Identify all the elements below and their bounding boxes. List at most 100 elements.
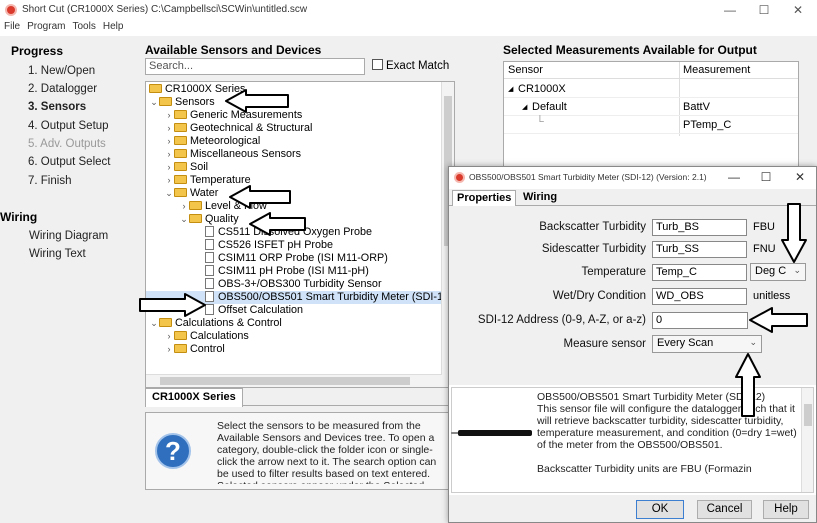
menu-tools[interactable]: Tools bbox=[68, 20, 98, 32]
chevron-down-icon[interactable]: ⌄ bbox=[179, 213, 189, 226]
sensor-tree[interactable]: CR1000X Series ⌄ Sensors › Generic Measure… bbox=[145, 81, 455, 388]
sensor-properties-dialog[interactable]: OBS500/OBS501 Smart Turbidity Meter (SDI… bbox=[448, 166, 817, 523]
chevron-right-icon[interactable]: › bbox=[164, 109, 174, 122]
chevron-right-icon[interactable]: › bbox=[164, 122, 174, 135]
menu-file[interactable]: File bbox=[0, 20, 23, 32]
sensor-info-panel: OBS500/OBS501 Smart Turbidity Meter (SDI… bbox=[451, 387, 814, 493]
step-output-setup[interactable]: 4. Output Setup bbox=[28, 120, 109, 132]
backscatter-field[interactable]: Turb_BS bbox=[652, 219, 747, 236]
ok-button[interactable]: OK bbox=[636, 500, 684, 519]
sdi12-address-label: SDI-12 Address (0-9, A-Z, or a-z) bbox=[477, 314, 646, 326]
tree-item-control[interactable]: › Control bbox=[146, 343, 442, 356]
table-row[interactable]: ◢ CR1000X bbox=[504, 80, 798, 98]
collapse-icon[interactable]: ◢ bbox=[508, 85, 513, 93]
cancel-button[interactable]: Cancel bbox=[697, 500, 752, 519]
tree-item-obs500[interactable]: OBS500/OBS501 Smart Turbidity Meter (SDI… bbox=[146, 291, 453, 304]
progress-panel: Progress 1. New/Open 2. Datalogger 3. Se… bbox=[0, 36, 138, 523]
collapse-icon[interactable]: ◢ bbox=[522, 103, 527, 111]
tree-horizontal-scrollbar[interactable] bbox=[146, 374, 442, 387]
chevron-right-icon[interactable]: › bbox=[164, 343, 174, 356]
sidescatter-label: Sidescatter Turbidity bbox=[541, 243, 646, 255]
menu-help[interactable]: Help bbox=[99, 20, 127, 32]
wiring-diagram-link[interactable]: Wiring Diagram bbox=[29, 230, 108, 242]
tree-item-temperature[interactable]: › Temperature bbox=[146, 174, 442, 187]
chevron-right-icon[interactable]: › bbox=[164, 161, 174, 174]
tree-item-cs511[interactable]: CS511 Dissolved Oxygen Probe bbox=[146, 226, 442, 239]
help-button[interactable]: Help bbox=[763, 500, 809, 519]
close-button[interactable]: ✕ bbox=[781, 0, 815, 20]
tab-properties[interactable]: Properties bbox=[452, 190, 517, 207]
chevron-down-icon[interactable]: ⌄ bbox=[164, 187, 174, 200]
step-finish[interactable]: 7. Finish bbox=[28, 175, 71, 187]
tree-item-level-flow[interactable]: › Level & Flow bbox=[146, 200, 442, 213]
tree-item-generic-measurements[interactable]: › Generic Measurements bbox=[146, 109, 442, 122]
selected-measurements-table[interactable]: Sensor Measurement ◢ CR1000X ◢ Default B… bbox=[503, 61, 799, 171]
dialog-maximize-button[interactable]: ☐ bbox=[751, 168, 781, 186]
window-title: Short Cut (CR1000X Series) C:\Campbellsc… bbox=[22, 4, 308, 15]
step-new-open[interactable]: 1. New/Open bbox=[28, 65, 95, 77]
chevron-down-icon[interactable]: ⌄ bbox=[149, 317, 159, 330]
exact-match-checkbox[interactable]: Exact Match bbox=[372, 59, 449, 72]
step-output-select[interactable]: 6. Output Select bbox=[28, 156, 110, 168]
tree-item-cs526[interactable]: CS526 ISFET pH Probe bbox=[146, 239, 442, 252]
tree-item-sensors[interactable]: ⌄ Sensors bbox=[146, 96, 442, 109]
table-row[interactable]: ◢ Default BattV bbox=[504, 98, 798, 116]
chevron-right-icon[interactable]: › bbox=[164, 148, 174, 161]
checkbox-icon[interactable] bbox=[372, 59, 383, 70]
tree-item-geotechnical[interactable]: › Geotechnical & Structural bbox=[146, 122, 442, 135]
search-input[interactable]: Search... bbox=[145, 58, 365, 75]
temperature-unit-dropdown[interactable]: Deg C ⌄ bbox=[750, 263, 806, 281]
tab-cr1000x-series[interactable]: CR1000X Series bbox=[145, 388, 243, 407]
chevron-right-icon[interactable]: › bbox=[164, 135, 174, 148]
tree-item-csim11-ph[interactable]: CSIM11 pH Probe (ISI M11-pH) bbox=[146, 265, 442, 278]
table-row[interactable]: └ PTemp_C bbox=[504, 116, 798, 134]
sidescatter-field[interactable]: Turb_SS bbox=[652, 241, 747, 258]
folder-icon bbox=[174, 331, 187, 340]
temperature-field[interactable]: Temp_C bbox=[652, 264, 747, 281]
dialog-minimize-button[interactable]: — bbox=[719, 168, 749, 186]
wiring-text-link[interactable]: Wiring Text bbox=[29, 248, 86, 260]
scroll-thumb[interactable] bbox=[160, 377, 410, 385]
maximize-button[interactable]: ☐ bbox=[747, 0, 781, 20]
step-datalogger[interactable]: 2. Datalogger bbox=[28, 83, 97, 95]
tree-item-miscellaneous[interactable]: › Miscellaneous Sensors bbox=[146, 148, 442, 161]
column-header-sensor[interactable]: Sensor bbox=[508, 64, 543, 76]
help-panel: ? Select the sensors to be measured from… bbox=[145, 412, 455, 490]
tab-wiring[interactable]: Wiring bbox=[519, 190, 561, 206]
tree-item-soil[interactable]: › Soil bbox=[146, 161, 442, 174]
table-header: Sensor Measurement bbox=[504, 62, 798, 79]
sensor-info-text: OBS500/OBS501 Smart Turbidity Meter (SDI… bbox=[537, 391, 797, 475]
chevron-right-icon[interactable]: › bbox=[164, 330, 174, 343]
chevron-right-icon[interactable]: › bbox=[164, 174, 174, 187]
tree-item-water[interactable]: ⌄ Water bbox=[146, 187, 442, 200]
folder-icon bbox=[174, 110, 187, 119]
chevron-right-icon[interactable]: › bbox=[179, 200, 189, 213]
minimize-button[interactable]: — bbox=[713, 0, 747, 20]
tree-item-meteorological[interactable]: › Meteorological bbox=[146, 135, 442, 148]
tree-item-offset-calculation[interactable]: Offset Calculation bbox=[146, 304, 442, 317]
scroll-thumb[interactable] bbox=[804, 404, 812, 426]
tree-item-quality[interactable]: ⌄ Quality bbox=[146, 213, 442, 226]
chevron-down-icon[interactable]: ⌄ bbox=[149, 96, 159, 109]
tree-item-csim11-orp[interactable]: CSIM11 ORP Probe (ISI M11-ORP) bbox=[146, 252, 442, 265]
folder-icon bbox=[174, 162, 187, 171]
wetdry-field[interactable]: WD_OBS bbox=[652, 288, 747, 305]
tree-item-calculations[interactable]: › Calculations bbox=[146, 330, 442, 343]
dialog-button-bar: OK Cancel Help bbox=[449, 495, 816, 522]
measure-sensor-dropdown[interactable]: Every Scan ⌄ bbox=[652, 335, 762, 353]
step-adv-outputs: 5. Adv. Outputs bbox=[28, 138, 106, 150]
menu-program[interactable]: Program bbox=[23, 20, 68, 32]
dialog-close-button[interactable]: ✕ bbox=[785, 168, 815, 186]
step-sensors[interactable]: 3. Sensors bbox=[28, 101, 86, 113]
folder-open-icon bbox=[189, 214, 202, 223]
selected-measurements-heading: Selected Measurements Available for Outp… bbox=[503, 43, 757, 57]
tree-item-obs3[interactable]: OBS-3+/OBS300 Turbidity Sensor bbox=[146, 278, 442, 291]
available-sensors-heading: Available Sensors and Devices bbox=[145, 43, 322, 57]
info-scrollbar[interactable] bbox=[801, 388, 813, 492]
app-icon bbox=[5, 4, 17, 16]
sdi12-address-field[interactable]: 0 bbox=[652, 312, 748, 329]
folder-icon bbox=[174, 136, 187, 145]
tree-item-cr1000x-series[interactable]: CR1000X Series bbox=[146, 83, 442, 96]
tree-item-calculations-control[interactable]: ⌄ Calculations & Control bbox=[146, 317, 442, 330]
column-header-measurement[interactable]: Measurement bbox=[683, 64, 750, 76]
